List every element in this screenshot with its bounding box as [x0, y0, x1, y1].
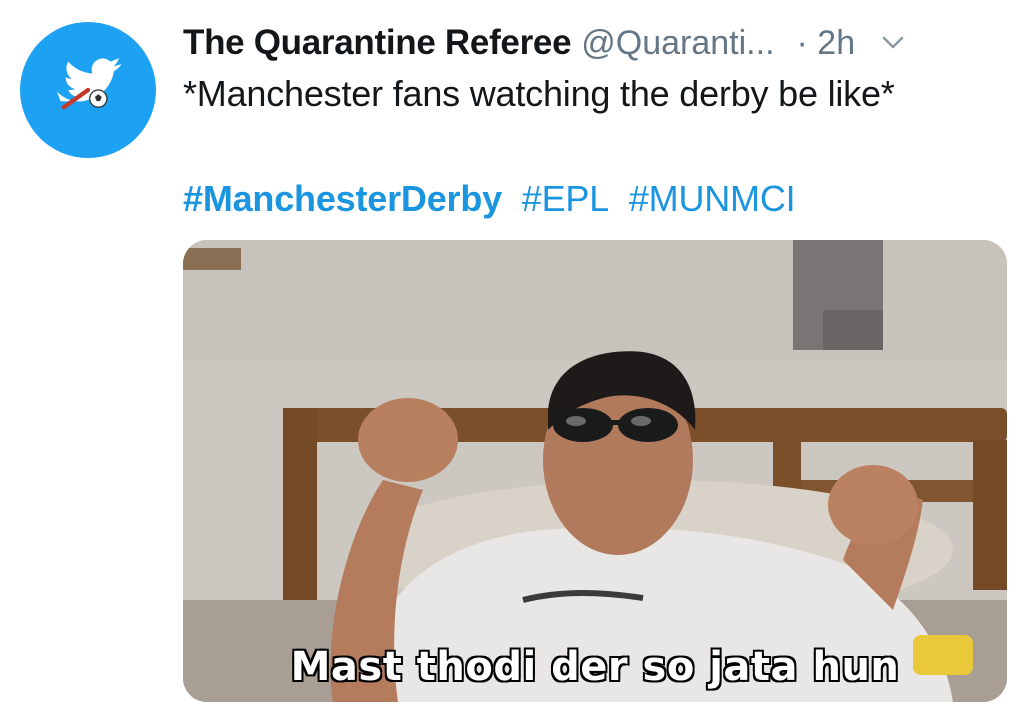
chevron-down-icon[interactable] [877, 27, 909, 59]
tweet-card[interactable]: The Quarantine Referee @Quaranti... · 2h… [0, 0, 1024, 706]
hashtag-link[interactable]: #EPL [522, 178, 609, 219]
tweet-media[interactable]: Mast thodi der so jata hun [183, 240, 1007, 702]
tweet-text: *Manchester fans watching the derby be l… [183, 73, 895, 114]
bird-with-football-icon [57, 58, 122, 110]
tweet-header: The Quarantine Referee @Quaranti... · 2h [183, 18, 1004, 68]
hashtag-link[interactable]: #MUNMCI [629, 178, 796, 219]
display-name[interactable]: The Quarantine Referee [183, 23, 572, 63]
meme-image [183, 240, 1007, 702]
meme-caption: Mast thodi der so jata hun [290, 643, 900, 691]
hashtag-link[interactable]: #ManchesterDerby [183, 178, 502, 219]
hashtag-row: #ManchesterDerby #EPL #MUNMCI [183, 173, 805, 225]
tweet-timestamp[interactable]: · 2h [797, 24, 856, 63]
avatar[interactable] [20, 22, 156, 158]
user-handle[interactable]: @Quaranti... [581, 24, 774, 63]
